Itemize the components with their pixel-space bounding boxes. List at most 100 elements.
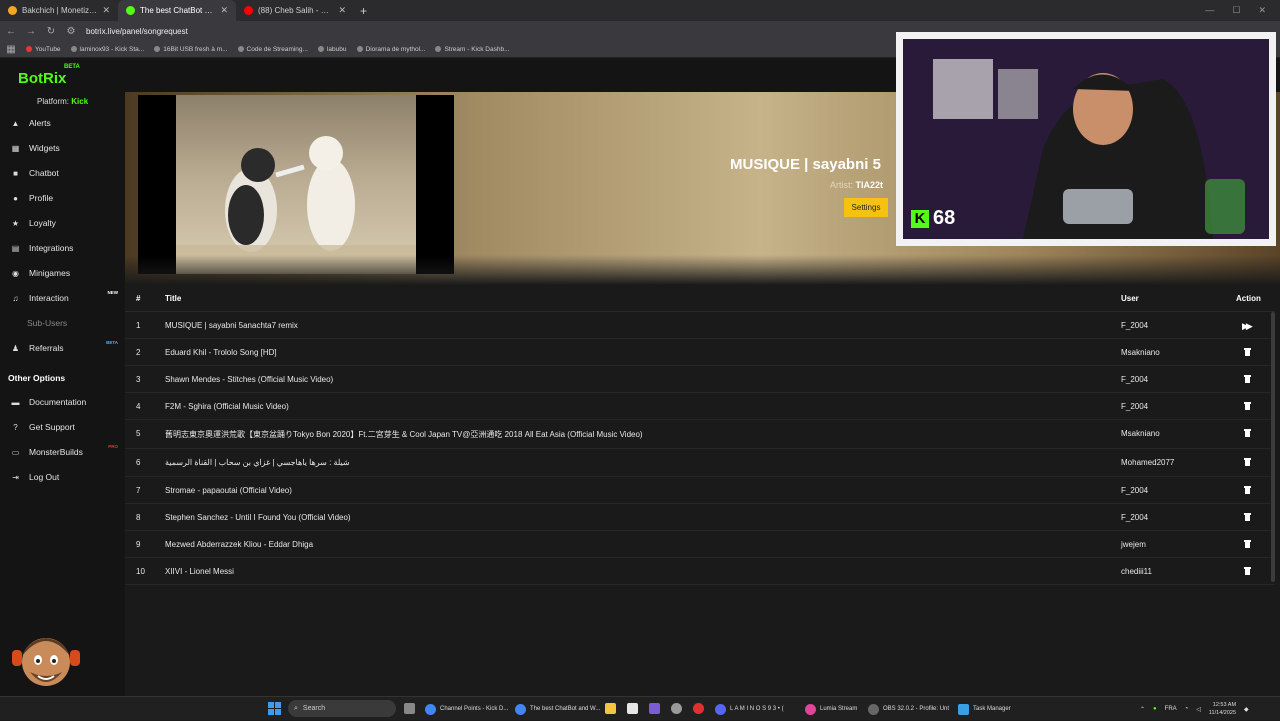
bookmark-item[interactable]: labubu bbox=[317, 46, 347, 53]
bookmark-icon bbox=[435, 46, 442, 52]
apps-icon[interactable]: ▦ bbox=[6, 44, 16, 55]
sidebar-item-chatbot[interactable]: ■ Chatbot bbox=[11, 163, 121, 183]
bookmark-item[interactable]: Code de Streaming... bbox=[237, 46, 308, 53]
tab-title: (88) Cheb Salih - Khali ya khali... bbox=[258, 6, 333, 15]
kick-logo-icon: K bbox=[911, 209, 929, 228]
chrome-icon bbox=[515, 703, 526, 715]
trash-icon[interactable] bbox=[1244, 513, 1251, 521]
bell-icon: ▲ bbox=[11, 118, 20, 128]
bookmark-item[interactable]: YouTube bbox=[26, 46, 61, 53]
help-icon: ? bbox=[13, 422, 18, 432]
taskbar-search[interactable]: ⌕ Search bbox=[288, 700, 396, 717]
notification-bell-icon[interactable]: ◆ bbox=[1244, 706, 1249, 713]
trash-icon[interactable] bbox=[1244, 348, 1251, 356]
sidebar-item-alerts[interactable]: ▲ Alerts bbox=[11, 113, 121, 133]
reload-icon[interactable]: ↻ bbox=[46, 26, 56, 37]
platform-indicator: Platform: Kick bbox=[37, 97, 89, 106]
table-row: 2 Eduard Khil - Trololo Song [HD] Msakni… bbox=[125, 339, 1275, 366]
plug-icon: ▤ bbox=[11, 243, 20, 253]
file-explorer-icon[interactable] bbox=[605, 703, 616, 714]
sidebar: Platform: Kick ▲ Alerts ▦ Widgets ■ Chatbot… bbox=[0, 92, 125, 696]
chevron-up-icon[interactable]: ⌃ bbox=[1140, 706, 1145, 713]
taskbar-app[interactable]: L A M I N O S 9 3 • ( bbox=[715, 701, 784, 717]
volume-icon[interactable]: ◁ bbox=[1196, 706, 1201, 713]
chat-icon: ■ bbox=[13, 168, 18, 178]
maximize-icon[interactable]: ☐ bbox=[1232, 5, 1240, 16]
page-scrollbar[interactable] bbox=[1271, 312, 1275, 582]
now-playing-title: MUSIQUE | sayabni 5 bbox=[730, 156, 881, 173]
teams-icon[interactable] bbox=[649, 703, 660, 714]
trash-icon[interactable] bbox=[1244, 458, 1251, 466]
trash-icon[interactable] bbox=[1244, 540, 1251, 548]
clock[interactable]: 12:53 AM 11/14/2025 bbox=[1209, 701, 1236, 717]
trash-icon[interactable] bbox=[1244, 429, 1251, 437]
settings-button[interactable]: Settings bbox=[844, 198, 888, 217]
viewer-count: 68 bbox=[933, 207, 956, 229]
trash-icon[interactable] bbox=[1244, 567, 1251, 575]
trash-icon[interactable] bbox=[1244, 402, 1251, 410]
settings-gear-icon[interactable] bbox=[671, 703, 682, 714]
tab-favicon bbox=[126, 6, 135, 15]
taskbar-app[interactable]: Lumia Stream bbox=[805, 701, 857, 717]
sidebar-item-referrals[interactable]: ♟ Referrals BETA bbox=[11, 338, 121, 358]
task-view-icon[interactable] bbox=[404, 703, 415, 714]
table-row: 6 شيلة : سرها ياهاجسي | غزاي بن سحاب | ا… bbox=[125, 449, 1275, 477]
table-row: 4 F2M - Sghira (Official Music Video) F_… bbox=[125, 393, 1275, 420]
bookmark-item[interactable]: Stream - Kick Dashb... bbox=[435, 46, 510, 53]
taskbar-app[interactable]: Channel Points - Kick D... bbox=[425, 701, 508, 717]
calculator-icon[interactable] bbox=[627, 703, 638, 714]
header-title: Title bbox=[165, 294, 182, 303]
trash-icon[interactable] bbox=[1244, 375, 1251, 383]
obs-icon bbox=[868, 703, 879, 715]
close-icon[interactable]: ✕ bbox=[338, 5, 346, 16]
microphone-icon[interactable]: ● bbox=[1153, 706, 1157, 712]
forward-icon[interactable]: → bbox=[26, 26, 36, 37]
trash-icon[interactable] bbox=[1244, 486, 1251, 494]
sidebar-item-minigames[interactable]: ◉ Minigames bbox=[11, 263, 121, 283]
monitor-icon: ▭ bbox=[11, 447, 20, 457]
other-options-heading: Other Options bbox=[8, 373, 66, 383]
sidebar-item-get-support[interactable]: ? Get Support bbox=[11, 417, 121, 437]
url-field[interactable]: botrix.live/panel/songrequest bbox=[86, 27, 188, 36]
close-icon[interactable]: ✕ bbox=[102, 5, 110, 16]
browser-tab[interactable]: Bakchich | Monetization for af... ✕ bbox=[0, 0, 118, 21]
taskbar-app[interactable]: The best ChatBot and W... bbox=[515, 701, 600, 717]
taskbar-app[interactable]: OBS 32.0.2 - Profile: Unt bbox=[868, 701, 949, 717]
browser-tab-strip: Bakchich | Monetization for af... ✕ The … bbox=[0, 0, 1280, 21]
bookmark-item[interactable]: Diorama de mythol... bbox=[356, 46, 425, 53]
browser-tab[interactable]: (88) Cheb Salih - Khali ya khali... ✕ bbox=[236, 0, 354, 21]
header-num: # bbox=[136, 294, 141, 303]
sidebar-item-profile[interactable]: ● Profile bbox=[11, 188, 121, 208]
back-icon[interactable]: ← bbox=[6, 26, 16, 37]
bookmark-item[interactable]: 16Bit USB fresh à m... bbox=[154, 46, 228, 53]
sidebar-item-sub-users[interactable]: Sub-Users bbox=[11, 313, 121, 333]
sidebar-item-interaction[interactable]: ♫ Interaction NEW bbox=[11, 288, 121, 308]
bookmark-item[interactable]: laminox93 - Kick Sta... bbox=[70, 46, 144, 53]
kick-viewer-counter: K 68 bbox=[911, 207, 955, 230]
sidebar-item-documentation[interactable]: ▬ Documentation bbox=[11, 392, 121, 412]
windows-taskbar: ⌕ Search Channel Points - Kick D... The … bbox=[0, 696, 1280, 720]
record-icon[interactable] bbox=[693, 703, 704, 714]
new-tab-icon[interactable]: + bbox=[354, 4, 373, 18]
sidebar-item-monsterbuilds[interactable]: ▭ MonsterBuilds PRO bbox=[11, 442, 121, 462]
video-player[interactable] bbox=[138, 95, 454, 274]
wifi-icon[interactable]: ◔ bbox=[1185, 706, 1189, 712]
music-icon: ♫ bbox=[12, 293, 19, 303]
taskbar-app[interactable]: Task Manager bbox=[958, 701, 1011, 717]
sidebar-item-integrations[interactable]: ▤ Integrations bbox=[11, 238, 121, 258]
site-info-icon[interactable]: ⚙ bbox=[66, 26, 76, 37]
browser-tab-active[interactable]: The best ChatBot and Widg... ✕ bbox=[118, 0, 236, 21]
skip-icon[interactable]: ▶▶ bbox=[1242, 321, 1253, 332]
close-icon[interactable]: ✕ bbox=[220, 5, 228, 16]
botrix-logo[interactable]: BotRix BETA bbox=[18, 64, 80, 87]
windows-start-icon[interactable] bbox=[268, 702, 281, 715]
sidebar-item-widgets[interactable]: ▦ Widgets bbox=[11, 138, 121, 158]
close-window-icon[interactable]: ✕ bbox=[1258, 5, 1266, 16]
minimize-icon[interactable]: — bbox=[1205, 5, 1214, 16]
language-indicator[interactable]: FRA bbox=[1165, 706, 1177, 712]
sidebar-item-loyalty[interactable]: ★ Loyalty bbox=[11, 213, 121, 233]
tab-title: Bakchich | Monetization for af... bbox=[22, 6, 97, 15]
bookmark-icon bbox=[317, 46, 324, 52]
users-icon: ♟ bbox=[11, 343, 20, 353]
sidebar-item-log-out[interactable]: ⇥ Log Out bbox=[11, 467, 121, 487]
